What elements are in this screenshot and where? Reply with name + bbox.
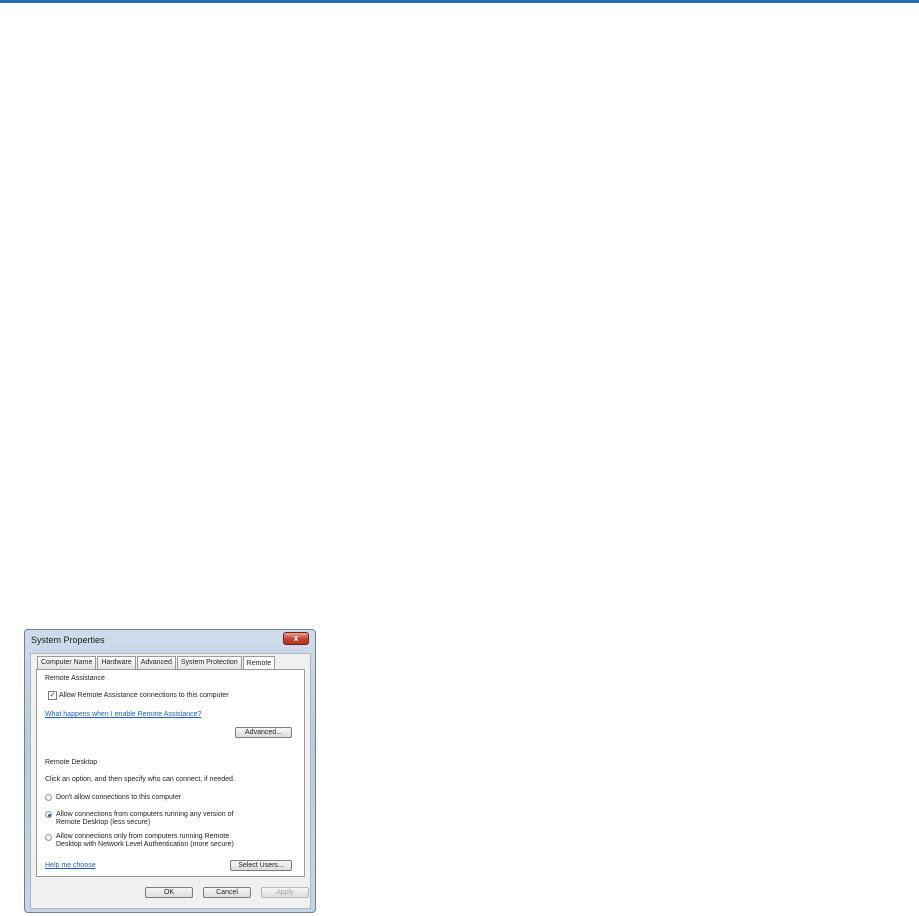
title-bar[interactable]: System Properties x — [25, 630, 315, 652]
system-properties-dialog: System Properties x Computer Name Hardwa… — [24, 629, 316, 913]
top-accent-rule — [0, 0, 919, 3]
dialog-client-area: Computer Name Hardware Advanced System P… — [30, 653, 311, 909]
radio-dont-allow-label[interactable]: Don't allow connections to this computer — [56, 794, 181, 802]
window-title: System Properties — [31, 635, 105, 645]
remote-desktop-heading: Remote Desktop — [45, 759, 98, 766]
tab-remote[interactable]: Remote — [242, 656, 276, 670]
tab-advanced[interactable]: Advanced — [136, 656, 176, 669]
radio-allow-nla-only-label-2: Desktop with Network Level Authenticatio… — [56, 841, 234, 848]
advanced-button[interactable]: Advanced... — [235, 727, 292, 738]
checkmark-icon: ✓ — [49, 692, 56, 699]
radio-allow-nla-only-label[interactable]: Allow connections only from computers ru… — [56, 833, 229, 841]
allow-remote-assistance-label[interactable]: Allow Remote Assistance connections to t… — [59, 692, 229, 700]
tab-computer-name[interactable]: Computer Name — [37, 656, 97, 669]
apply-button[interactable]: Apply — [261, 887, 309, 898]
remote-assistance-heading: Remote Assistance — [45, 675, 105, 682]
remote-assistance-help-link[interactable]: What happens when I enable Remote Assist… — [45, 711, 201, 719]
tab-strip: Computer Name Hardware Advanced System P… — [37, 655, 276, 670]
radio-allow-any-version[interactable] — [45, 811, 52, 818]
help-me-choose-link[interactable]: Help me choose — [45, 862, 96, 870]
ok-button[interactable]: OK — [145, 887, 193, 898]
remote-tab-panel: Remote Assistance ✓ Allow Remote Assista… — [36, 669, 305, 877]
select-users-button[interactable]: Select Users... — [230, 860, 292, 871]
radio-allow-any-version-label[interactable]: Allow connections from computers running… — [56, 811, 233, 819]
close-button[interactable]: x — [283, 632, 309, 645]
remote-desktop-instructions: Click an option, and then specify who ca… — [45, 776, 235, 783]
allow-remote-assistance-checkbox[interactable]: ✓ — [48, 691, 57, 700]
close-icon: x — [293, 633, 299, 643]
tab-hardware[interactable]: Hardware — [97, 656, 136, 669]
radio-allow-nla-only[interactable] — [45, 834, 52, 841]
radio-allow-any-version-label-2: Remote Desktop (less secure) — [56, 819, 151, 826]
tab-system-protection[interactable]: System Protection — [176, 656, 242, 669]
cancel-button[interactable]: Cancel — [203, 887, 251, 898]
radio-dont-allow[interactable] — [45, 794, 52, 801]
